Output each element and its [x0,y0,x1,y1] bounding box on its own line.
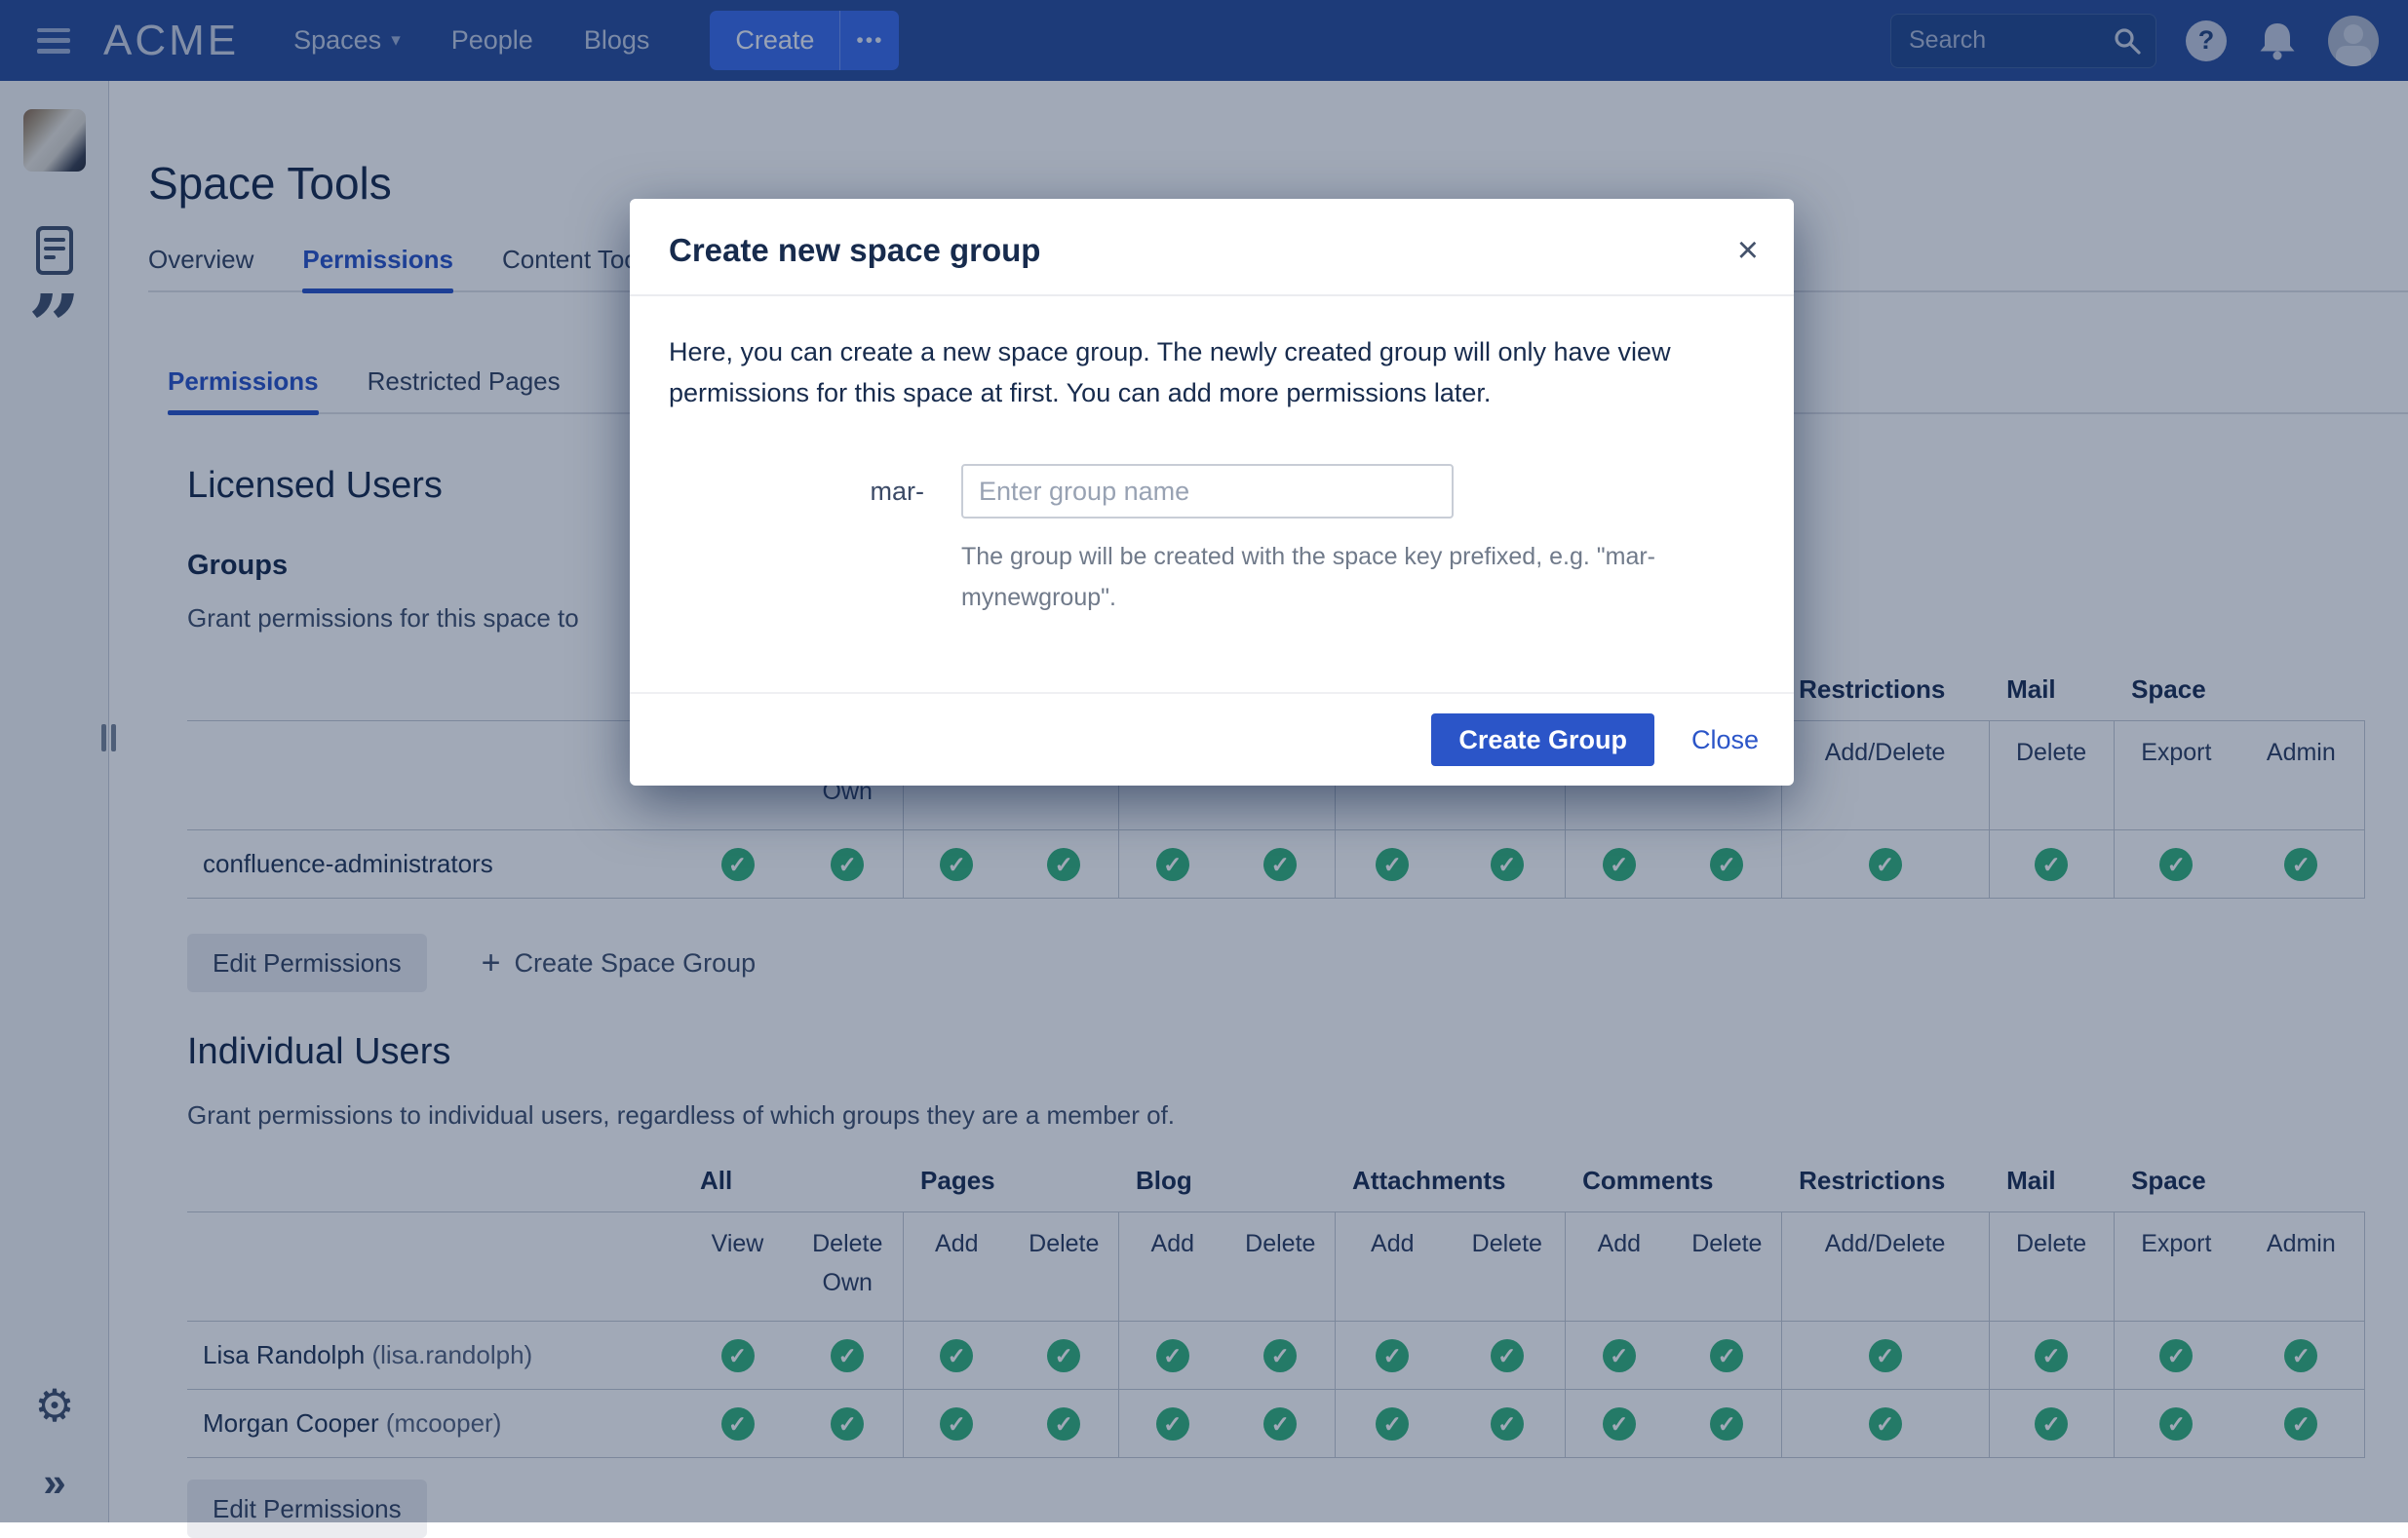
dialog-description: Here, you can create a new space group. … [669,331,1755,413]
create-space-group-dialog: Create new space group × Here, you can c… [630,199,1794,786]
group-name-helper-text: The group will be created with the space… [961,536,1731,618]
close-button[interactable]: Close [1691,725,1759,755]
create-group-button[interactable]: Create Group [1431,713,1654,766]
close-icon[interactable]: × [1737,236,1759,265]
group-name-input[interactable] [961,464,1454,519]
dialog-footer: Create Group Close [630,692,1794,786]
dialog-body: Here, you can create a new space group. … [630,296,1794,692]
dialog-title: Create new space group [669,232,1040,269]
space-key-prefix-label: mar- [669,477,961,507]
group-name-form-row: mar- [669,464,1755,519]
dialog-header: Create new space group × [630,199,1794,296]
